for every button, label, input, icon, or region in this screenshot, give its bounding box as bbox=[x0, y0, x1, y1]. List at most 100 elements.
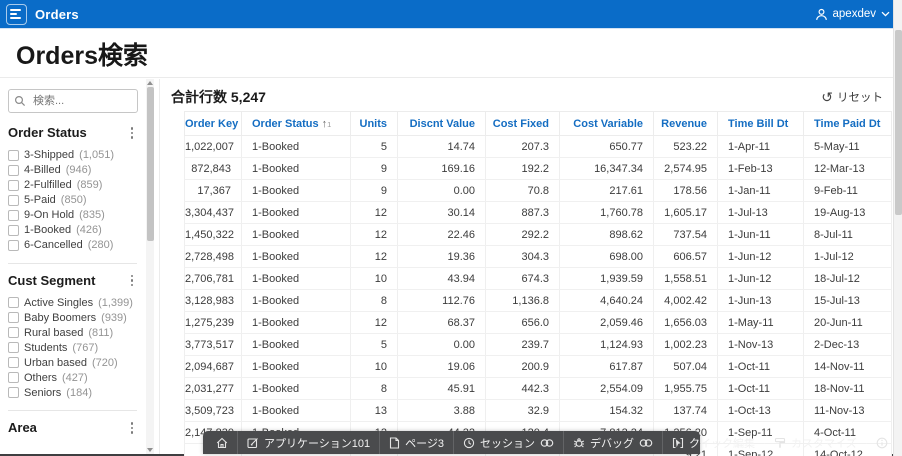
facet-actions-kebab-icon[interactable] bbox=[127, 125, 138, 141]
table-row: 1,450,3221-Booked1222.46292.2898.62737.5… bbox=[185, 224, 892, 246]
table-row: 2,031,2771-Booked845.91442.32,554.091,95… bbox=[185, 378, 892, 400]
page-scrollbar-thumb[interactable] bbox=[895, 30, 902, 215]
facet-actions-kebab-icon[interactable] bbox=[127, 420, 138, 436]
table-row: 1,022,0071-Booked514.74207.3650.77523.22… bbox=[185, 136, 892, 158]
cell-order-status: 1-Booked bbox=[242, 334, 351, 356]
facet-checkbox-item[interactable]: 5-Paid(850) bbox=[8, 193, 137, 208]
checkbox[interactable] bbox=[8, 225, 19, 236]
checkbox[interactable] bbox=[8, 210, 19, 221]
devbar-session-button[interactable]: セッション bbox=[453, 431, 563, 454]
facet-checkbox-item[interactable]: 2-Fulfilled(859) bbox=[8, 178, 137, 193]
checkbox[interactable] bbox=[8, 195, 19, 206]
sidebar-scrollbar-thumb[interactable] bbox=[147, 87, 154, 241]
facet-item-label: Others bbox=[24, 372, 57, 384]
cell-time-bill-dt: 1-Feb-13 bbox=[718, 158, 804, 180]
devbar-item-label: ページ3 bbox=[405, 435, 444, 451]
devbar-debug-button[interactable]: デバッグ bbox=[563, 431, 662, 454]
page-icon bbox=[389, 437, 400, 449]
cell-order-status: 1-Booked bbox=[242, 158, 351, 180]
facet-checkbox-item[interactable]: 9-On Hold(835) bbox=[8, 208, 137, 223]
page-scrollbar[interactable] bbox=[893, 0, 902, 456]
column-header-order-key[interactable]: Order Key bbox=[185, 112, 242, 136]
devbar-item-label: セッション bbox=[480, 435, 535, 451]
facet-checkbox-item[interactable]: Students(767) bbox=[8, 340, 137, 355]
app-header: Orders apexdev bbox=[0, 0, 902, 29]
column-header-cost-fixed[interactable]: Cost Fixed bbox=[486, 112, 560, 136]
checkbox[interactable] bbox=[8, 312, 19, 323]
facet-checkbox-item[interactable]: 4-Billed(946) bbox=[8, 163, 137, 178]
cell-time-bill-dt: 1-Jan-11 bbox=[718, 180, 804, 202]
facet-header-cust-segment: Cust Segment bbox=[8, 273, 137, 289]
column-header-time-bill-dt[interactable]: Time Bill Dt bbox=[718, 112, 804, 136]
cell-order-status: 1-Booked bbox=[242, 224, 351, 246]
facet-item-label: Rural based bbox=[24, 327, 83, 339]
facet-checkbox-item[interactable]: Urban based(720) bbox=[8, 355, 137, 370]
column-header-time-paid-dt[interactable]: Time Paid Dt bbox=[804, 112, 892, 136]
cell-time-bill-dt: 1-Apr-11 bbox=[718, 136, 804, 158]
cell-units: 10 bbox=[351, 356, 398, 378]
checkbox[interactable] bbox=[8, 372, 19, 383]
cell-order-key: 1,022,007 bbox=[185, 136, 242, 158]
facet-item-label: Students bbox=[24, 342, 67, 354]
facet-divider bbox=[8, 410, 137, 411]
sidebar-scrollbar[interactable] bbox=[146, 79, 154, 454]
facet-search-input[interactable] bbox=[8, 89, 138, 113]
cell-time-bill-dt: 1-Jun-11 bbox=[718, 224, 804, 246]
column-header-discnt-value[interactable]: Discnt Value bbox=[398, 112, 486, 136]
facet-checkbox-item[interactable]: 6-Cancelled(280) bbox=[8, 238, 137, 253]
cell-time-paid-dt: 8-Jul-11 bbox=[804, 224, 892, 246]
facet-checkbox-item[interactable]: Seniors(184) bbox=[8, 385, 137, 400]
app-title: Orders bbox=[35, 7, 79, 22]
column-header-revenue[interactable]: Revenue bbox=[654, 112, 718, 136]
total-rows: 合計行数 5,247 bbox=[171, 87, 266, 107]
cell-cost-fixed: 442.3 bbox=[486, 378, 560, 400]
facet-checkbox-item[interactable]: Rural based(811) bbox=[8, 325, 137, 340]
cell-time-paid-dt: 5-May-11 bbox=[804, 136, 892, 158]
devbar-quick-edit-button[interactable]: クイック編集 bbox=[662, 431, 764, 454]
reset-button[interactable]: ↺ リセット bbox=[821, 89, 883, 105]
facet-checkbox-item[interactable]: 1-Booked(426) bbox=[8, 223, 137, 238]
facet-checkbox-item[interactable]: Active Singles(1,399) bbox=[8, 295, 137, 310]
checkbox[interactable] bbox=[8, 342, 19, 353]
column-header-units[interactable]: Units bbox=[351, 112, 398, 136]
cell-cost-variable: 617.87 bbox=[560, 356, 654, 378]
checkbox[interactable] bbox=[8, 150, 19, 161]
facet-actions-kebab-icon[interactable] bbox=[127, 273, 138, 289]
facet-item-label: Baby Boomers bbox=[24, 312, 96, 324]
table-row: 3,509,7231-Booked133.8832.9154.32137.741… bbox=[185, 400, 892, 422]
facet-item-count: (720) bbox=[92, 357, 118, 369]
user-menu[interactable]: apexdev bbox=[815, 8, 890, 21]
checkbox[interactable] bbox=[8, 327, 19, 338]
checkbox[interactable] bbox=[8, 387, 19, 398]
facet-checkbox-item[interactable]: Others (427) bbox=[8, 370, 137, 385]
devbar-page-button[interactable]: ページ3 bbox=[379, 431, 453, 454]
checkbox[interactable] bbox=[8, 165, 19, 176]
facet-checkbox-item[interactable]: Baby Boomers(939) bbox=[8, 310, 137, 325]
facet-title: Area bbox=[8, 420, 37, 435]
cell-time-bill-dt: 1-Oct-11 bbox=[718, 356, 804, 378]
devbar-application-button[interactable]: アプリケーション101 bbox=[237, 431, 379, 454]
cell-discnt-value: 14.74 bbox=[398, 136, 486, 158]
scroll-down-arrow-icon[interactable] bbox=[147, 448, 153, 452]
column-header-cost-variable[interactable]: Cost Variable bbox=[560, 112, 654, 136]
facet-item-count: (859) bbox=[77, 179, 103, 191]
cell-units: 8 bbox=[351, 378, 398, 400]
devbar-home-button[interactable] bbox=[207, 431, 237, 454]
devbar-customize-button[interactable]: カスタマイズ bbox=[764, 431, 866, 454]
reset-label: リセット bbox=[837, 89, 883, 105]
checkbox[interactable] bbox=[8, 180, 19, 191]
cell-cost-variable: 1,124.93 bbox=[560, 334, 654, 356]
cell-revenue: 606.57 bbox=[654, 246, 718, 268]
facet-checkbox-item[interactable]: 3-Shipped(1,051) bbox=[8, 148, 137, 163]
facet-item-count: (427) bbox=[62, 372, 88, 384]
scroll-up-arrow-icon[interactable] bbox=[147, 81, 153, 85]
facet-header-order-status: Order Status bbox=[8, 125, 137, 141]
cell-order-key: 3,509,723 bbox=[185, 400, 242, 422]
column-header-order-status[interactable]: Order Status↑1 bbox=[242, 112, 351, 136]
checkbox[interactable] bbox=[8, 297, 19, 308]
cell-cost-variable: 1,939.59 bbox=[560, 268, 654, 290]
checkbox[interactable] bbox=[8, 240, 19, 251]
checkbox[interactable] bbox=[8, 357, 19, 368]
nav-menu-toggle-icon[interactable] bbox=[6, 4, 27, 25]
facet-item-label: 4-Billed bbox=[24, 164, 61, 176]
